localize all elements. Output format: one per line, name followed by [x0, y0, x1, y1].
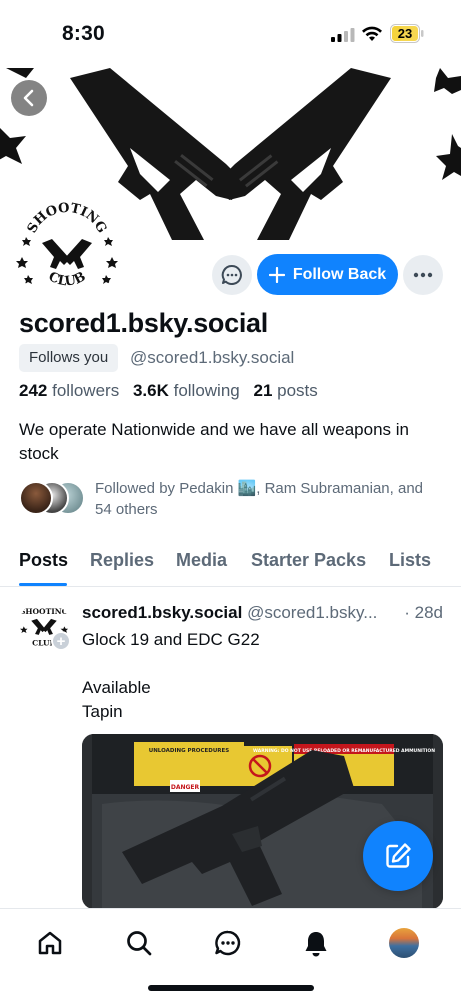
active-tab-indicator [19, 583, 67, 586]
chat-bubble-icon [221, 264, 242, 285]
profile-bio: We operate Nationwide and we have all we… [19, 420, 409, 463]
message-button[interactable] [212, 255, 252, 295]
nav-home[interactable] [34, 927, 66, 959]
following-count: 3.6K [132, 381, 169, 400]
post-header[interactable]: scored1.bsky.social @scored1.bsky... [82, 603, 444, 623]
chat-icon [215, 930, 241, 956]
image-label-danger: DANGER [171, 784, 200, 791]
plus-icon [268, 266, 285, 283]
tab-starter-packs[interactable]: Starter Packs [251, 550, 366, 571]
profile-handle: @scored1.bsky.social [130, 348, 295, 367]
followers-link[interactable]: 242 followers [19, 381, 119, 400]
follow-author-plus-badge[interactable]: + [51, 631, 71, 651]
tab-replies[interactable]: Replies [90, 550, 154, 571]
compose-icon [386, 843, 411, 868]
back-button[interactable] [11, 80, 47, 116]
following-link[interactable]: 3.6K following [133, 381, 240, 400]
profile-avatar-small [389, 928, 419, 958]
profile-tabs: Posts Replies Media Starter Packs Lists [0, 540, 461, 587]
more-options-button[interactable] [403, 255, 443, 295]
image-label-warning: WARNING: DO NOT USE RELOADED OR REMANUFA… [253, 748, 435, 754]
known-follower-avatar [19, 481, 53, 515]
tab-media[interactable]: Media [176, 550, 227, 571]
chevron-left-icon [23, 89, 34, 107]
post-author-name[interactable]: scored1.bsky.social [82, 603, 242, 622]
nav-profile[interactable] [388, 927, 420, 959]
post-text: Glock 19 and EDC G22 Available Tapin [82, 630, 260, 721]
compose-post-button[interactable] [363, 821, 433, 891]
search-icon [127, 931, 152, 956]
battery-icon: 23 [390, 24, 424, 43]
posts-label: posts [277, 381, 318, 400]
following-label: following [173, 381, 240, 400]
bell-icon [305, 932, 327, 957]
tab-lists[interactable]: Lists [389, 550, 431, 571]
home-icon [38, 931, 62, 955]
wifi-icon [362, 26, 382, 41]
followed-by-text[interactable]: Followed by Pedakin 🏙️, Ram Subramanian,… [95, 478, 435, 520]
ellipsis-icon [413, 272, 433, 278]
battery-level: 23 [397, 26, 413, 41]
nav-chat[interactable] [212, 927, 244, 959]
logo-top-text: SHOOTING [20, 607, 68, 616]
post-timestamp[interactable]: · 28d [400, 603, 443, 623]
status-bar: 8:30 23 [0, 0, 461, 68]
profile-stats: 242 followers 3.6K following 21 posts [19, 381, 318, 401]
profile-display-name: scored1.bsky.social [19, 308, 268, 338]
follows-you-badge: Follows you [19, 344, 119, 372]
followers-label: followers [52, 381, 120, 400]
known-followers-avatars[interactable] [19, 481, 85, 515]
followers-count: 242 [19, 381, 48, 400]
nav-search[interactable] [123, 927, 155, 959]
bottom-nav [0, 908, 461, 1000]
follow-back-button[interactable]: Follow Back [257, 254, 398, 295]
nav-notifications[interactable] [300, 927, 332, 959]
cellular-signal-icon [331, 28, 355, 42]
profile-avatar[interactable]: SHOOTING CLUB [11, 194, 123, 306]
status-time: 8:30 [62, 22, 105, 45]
home-indicator [148, 985, 314, 991]
image-label-unloading: UNLOADING PROCEDURES [149, 748, 230, 754]
posts-stat: 21 posts [253, 381, 317, 400]
posts-count: 21 [253, 381, 273, 400]
follow-back-label: Follow Back [292, 265, 387, 283]
tab-posts[interactable]: Posts [19, 550, 68, 571]
post-author-handle[interactable]: @scored1.bsky... [247, 603, 377, 622]
shooting-club-logo: SHOOTING CLUB [14, 197, 120, 303]
